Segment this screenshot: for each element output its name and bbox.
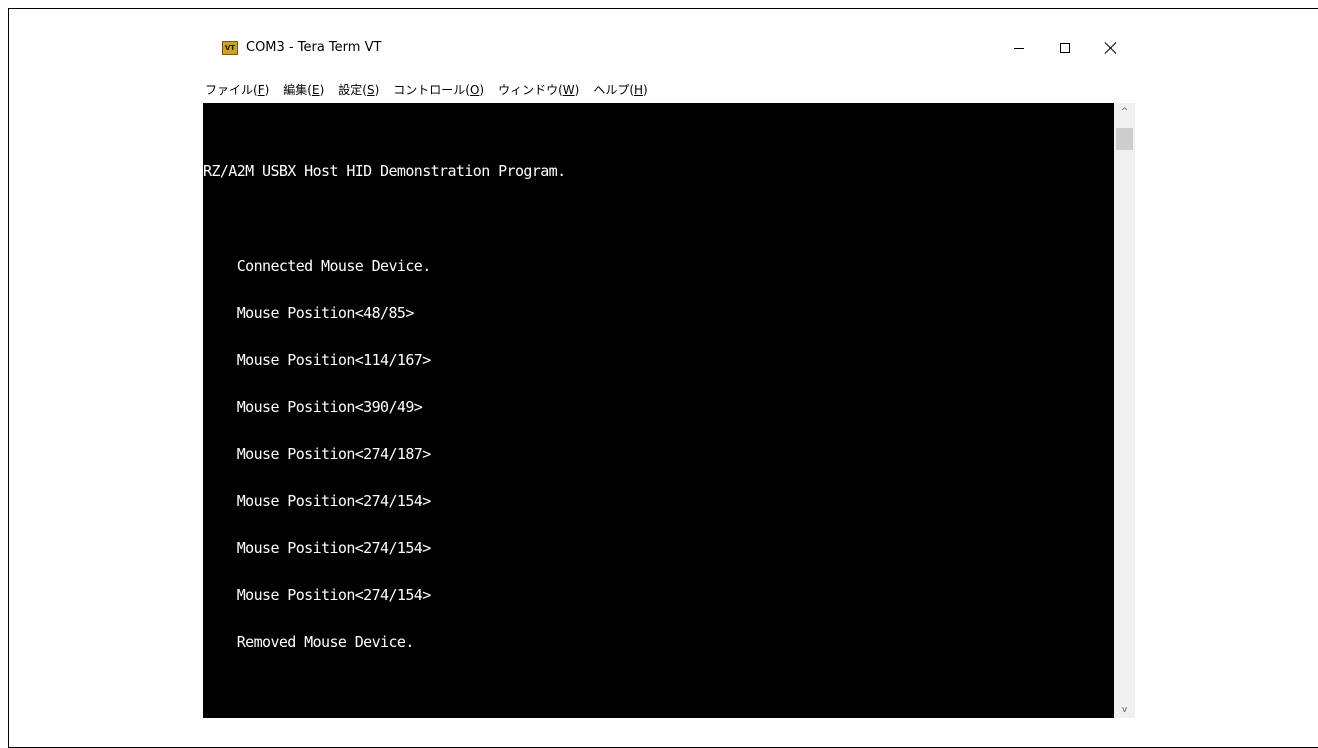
menu-window-mnemonic: W [562,82,575,97]
terminal-line: Connected Mouse Device. [203,256,432,275]
minimize-button[interactable] [996,30,1042,66]
close-icon [1105,42,1117,54]
menu-setup[interactable]: 設定(S) [338,81,379,98]
menu-control-mnemonic: O [469,82,480,97]
menu-edit-label: 編集( [283,82,312,97]
menu-file-mnemonic: F [257,82,265,97]
terminal-line: Mouse Position<390/49> [203,397,423,416]
menu-control[interactable]: コントロール(O) [393,81,484,98]
minimize-icon [1014,47,1024,49]
menu-control-label: コントロール( [393,82,470,97]
menu-setup-suffix: ) [374,82,380,97]
terminal-output: RZ/A2M USBX Host HID Demonstration Progr… [203,133,566,682]
menu-edit[interactable]: 編集(E) [283,81,324,98]
terminal-line: Removed Mouse Device. [203,633,415,652]
menu-setup-mnemonic: S [366,82,375,97]
terminal-line: Mouse Position<274/187> [203,444,432,463]
scroll-up-arrow-icon[interactable]: ^ [1114,103,1135,120]
title-bar[interactable]: VT COM3 - Tera Term VT [203,30,1135,72]
menu-setup-label: 設定( [338,82,367,97]
terminal-line: Mouse Position<274/154> [203,492,432,511]
menu-edit-suffix: ) [319,82,325,97]
maximize-icon [1060,43,1070,53]
menu-edit-mnemonic: E [311,82,320,97]
terminal-line: Mouse Position<274/154> [203,539,432,558]
window-title: COM3 - Tera Term VT [246,40,382,55]
terminal-screen[interactable]: RZ/A2M USBX Host HID Demonstration Progr… [203,103,1114,718]
menu-bar: ファイル(F) 編集(E) 設定(S) コントロール(O) ウィンドウ(W) ヘ… [203,78,1135,100]
close-button[interactable] [1088,30,1134,66]
menu-help-suffix: ) [643,82,648,97]
scroll-down-arrow-icon[interactable]: v [1114,701,1135,718]
terminal-line: Mouse Position<274/154> [203,586,432,605]
menu-window-label: ウィンドウ( [498,82,563,97]
menu-help-mnemonic: H [634,82,644,97]
terminal-line: Mouse Position<114/167> [203,350,432,369]
menu-help-label: ヘルプ( [593,82,635,97]
tera-term-window: VT COM3 - Tera Term VT ファイル(F) 編集(E) 設定(… [203,30,1135,718]
menu-help[interactable]: ヘルプ(H) [593,81,647,98]
vertical-scrollbar[interactable]: ^ v [1114,103,1135,718]
terminal-line: Mouse Position<48/85> [203,303,415,322]
maximize-button[interactable] [1042,30,1088,66]
menu-window[interactable]: ウィンドウ(W) [498,81,579,98]
terminal-line: RZ/A2M USBX Host HID Demonstration Progr… [203,162,566,181]
menu-file[interactable]: ファイル(F) [205,81,269,98]
tera-term-vt-icon[interactable]: VT [222,41,238,55]
scroll-thumb[interactable] [1116,128,1133,150]
menu-file-suffix: ) [264,82,270,97]
menu-control-suffix: ) [479,82,485,97]
menu-file-label: ファイル( [205,82,258,97]
menu-window-suffix: ) [574,82,580,97]
